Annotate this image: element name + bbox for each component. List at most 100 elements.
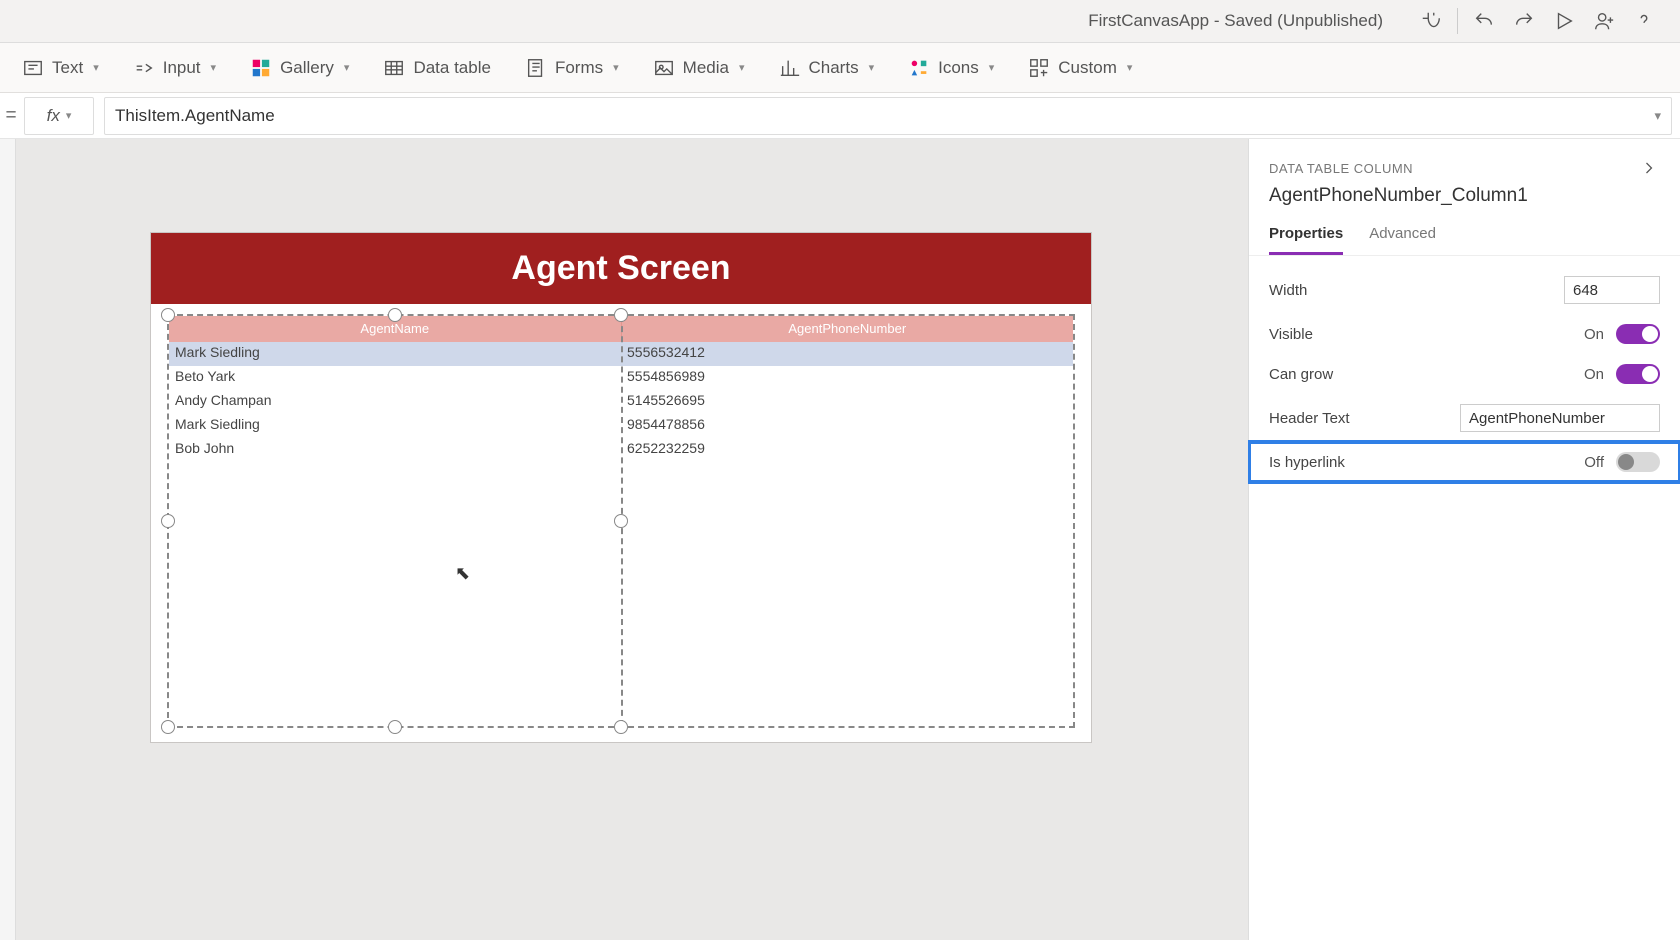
visible-state: On [1584, 326, 1604, 343]
insert-ribbon: Text▾ Input▾ Gallery▾ Data table Forms▾ … [0, 43, 1680, 93]
cell-phone: 6252232259 [621, 438, 1073, 462]
cell-phone: 5554856989 [621, 366, 1073, 390]
gallery-icon [250, 57, 272, 79]
input-icon [133, 57, 155, 79]
ribbon-gallery-label: Gallery [280, 58, 334, 78]
chevron-right-icon[interactable] [1638, 157, 1660, 179]
ribbon-custom[interactable]: Custom ▾ [1028, 57, 1132, 79]
ribbon-gallery[interactable]: Gallery ▾ [250, 57, 349, 79]
prop-width: Width [1249, 266, 1680, 314]
screen-title: Agent Screen [151, 233, 1091, 304]
formula-bar: = fx ▾ ThisItem.AgentName ▾ [0, 93, 1680, 139]
ishyperlink-toggle[interactable] [1616, 452, 1660, 472]
app-title: FirstCanvasApp - Saved (Unpublished) [1088, 11, 1383, 31]
control-name: AgentPhoneNumber_Column1 [1249, 185, 1680, 217]
column-header-agentphone[interactable]: AgentPhoneNumber [622, 316, 1074, 342]
resize-handle[interactable] [614, 308, 628, 322]
prop-can-grow: Can grow On [1249, 354, 1680, 394]
main-area: Agent Screen AgentName AgentPhoneNumber … [0, 139, 1680, 940]
text-icon [22, 57, 44, 79]
ribbon-icons-label: Icons [938, 58, 979, 78]
canvas-area[interactable]: Agent Screen AgentName AgentPhoneNumber … [0, 139, 1248, 940]
ribbon-input-label: Input [163, 58, 201, 78]
properties-body: Width Visible On Can grow On Header Text [1249, 256, 1680, 492]
ribbon-data-table[interactable]: Data table [383, 57, 491, 79]
chevron-down-icon: ▾ [989, 61, 995, 74]
cangrow-state: On [1584, 366, 1604, 383]
cell-name: Mark Siedling [169, 414, 621, 438]
data-table-control[interactable]: AgentName AgentPhoneNumber Mark Siedling… [167, 314, 1075, 728]
resize-handle[interactable] [388, 308, 402, 322]
width-input[interactable] [1564, 276, 1660, 304]
left-gutter [0, 139, 16, 940]
share-user-icon[interactable] [1584, 1, 1624, 41]
ribbon-icons[interactable]: Icons ▾ [908, 57, 994, 79]
screen-preview[interactable]: Agent Screen AgentName AgentPhoneNumber … [150, 232, 1092, 743]
tab-advanced[interactable]: Advanced [1369, 217, 1436, 255]
tab-properties[interactable]: Properties [1269, 217, 1343, 255]
headertext-input[interactable] [1460, 404, 1660, 432]
prop-ishyperlink-label: Is hyperlink [1269, 454, 1345, 471]
control-type-label: DATA TABLE COLUMN [1269, 161, 1413, 176]
custom-icon [1028, 57, 1050, 79]
prop-visible-label: Visible [1269, 326, 1313, 343]
chevron-down-icon: ▾ [613, 61, 619, 74]
charts-icon [779, 57, 801, 79]
panel-tabs: Properties Advanced [1249, 217, 1680, 256]
expand-formula-icon[interactable]: ▾ [1654, 108, 1661, 124]
chevron-down-icon: ▾ [1127, 61, 1133, 74]
ribbon-charts[interactable]: Charts ▾ [779, 57, 875, 79]
property-selector[interactable]: fx ▾ [24, 97, 94, 135]
equals-label: = [0, 105, 18, 127]
chevron-down-icon: ▾ [93, 61, 99, 74]
divider [1457, 8, 1458, 34]
ribbon-input[interactable]: Input▾ [133, 57, 216, 79]
properties-panel: DATA TABLE COLUMN AgentPhoneNumber_Colum… [1248, 139, 1680, 940]
formula-expression: ThisItem.AgentName [115, 106, 275, 126]
cell-name: Bob John [169, 438, 621, 462]
icons-icon [908, 57, 930, 79]
chevron-down-icon: ▾ [344, 61, 350, 74]
ribbon-media[interactable]: Media ▾ [653, 57, 745, 79]
ribbon-text[interactable]: Text ▾ [22, 57, 99, 79]
undo-icon[interactable] [1464, 1, 1504, 41]
redo-icon[interactable] [1504, 1, 1544, 41]
play-icon[interactable] [1544, 1, 1584, 41]
ishyperlink-state: Off [1584, 454, 1604, 471]
resize-handle[interactable] [614, 720, 628, 734]
cangrow-toggle[interactable] [1616, 364, 1660, 384]
help-icon[interactable] [1624, 1, 1664, 41]
cell-phone: 9854478856 [621, 414, 1073, 438]
health-check-icon[interactable] [1411, 1, 1451, 41]
table-icon [383, 57, 405, 79]
prop-header-text: Header Text [1249, 394, 1680, 442]
resize-handle[interactable] [614, 514, 628, 528]
ribbon-charts-label: Charts [809, 58, 859, 78]
resize-handle[interactable] [161, 308, 175, 322]
title-bar: FirstCanvasApp - Saved (Unpublished) [0, 0, 1680, 43]
resize-handle[interactable] [161, 720, 175, 734]
chevron-down-icon: ▾ [66, 109, 72, 122]
resize-handle[interactable] [161, 514, 175, 528]
prop-is-hyperlink: Is hyperlink Off [1249, 442, 1680, 482]
resize-handle[interactable] [388, 720, 402, 734]
chevron-down-icon: ▾ [869, 61, 875, 74]
cell-phone: 5145526695 [621, 390, 1073, 414]
cell-name: Beto Yark [169, 366, 621, 390]
formula-input[interactable]: ThisItem.AgentName ▾ [104, 97, 1672, 135]
prop-visible: Visible On [1249, 314, 1680, 354]
ribbon-data-table-label: Data table [413, 58, 491, 78]
cell-phone: 5556532412 [621, 342, 1073, 366]
fx-icon: fx [47, 106, 60, 126]
cell-name: Mark Siedling [169, 342, 621, 366]
chevron-down-icon: ▾ [739, 61, 745, 74]
prop-headertext-label: Header Text [1269, 410, 1350, 427]
ribbon-custom-label: Custom [1058, 58, 1117, 78]
media-icon [653, 57, 675, 79]
ribbon-media-label: Media [683, 58, 729, 78]
ribbon-text-label: Text [52, 58, 83, 78]
cell-name: Andy Champan [169, 390, 621, 414]
visible-toggle[interactable] [1616, 324, 1660, 344]
prop-cangrow-label: Can grow [1269, 366, 1333, 383]
ribbon-forms[interactable]: Forms▾ [525, 57, 619, 79]
